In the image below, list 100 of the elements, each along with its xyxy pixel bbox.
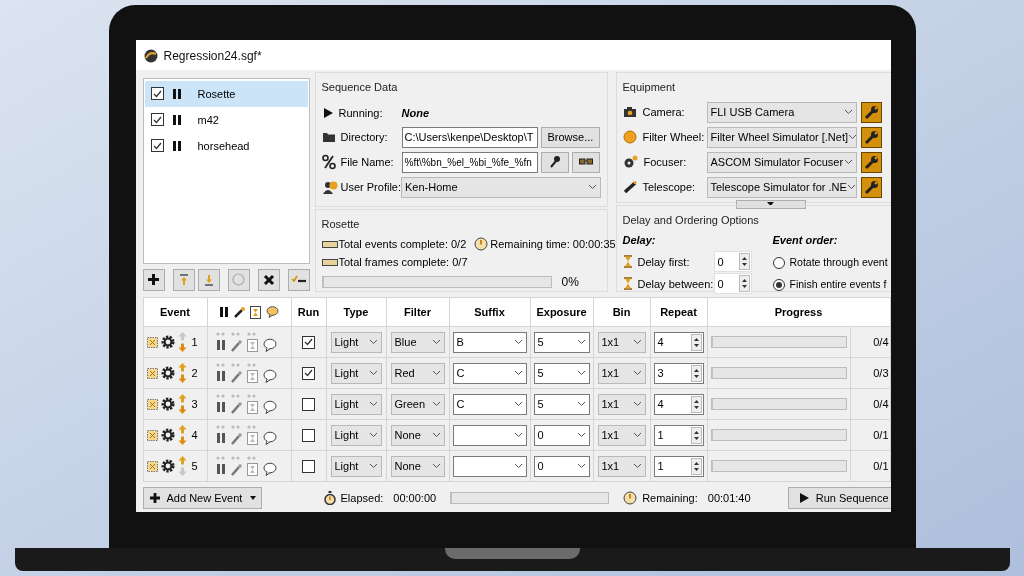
dropdown[interactable]: 1x1	[597, 455, 646, 477]
target-item[interactable]: horsehead	[144, 132, 308, 159]
checkbox[interactable]	[302, 459, 315, 473]
combo-box[interactable]: 5	[533, 393, 590, 415]
column-header: Event	[142, 298, 208, 328]
checkbox[interactable]	[150, 87, 164, 101]
wrench-icon	[863, 154, 879, 170]
number-spinner[interactable]: 0	[713, 251, 752, 273]
plus-icon	[148, 492, 161, 505]
combo-box[interactable]	[452, 424, 527, 446]
run-sequence-button[interactable]: Run Sequence	[787, 487, 891, 510]
combo-box[interactable]: 5	[533, 331, 590, 353]
dropdown[interactable]: Telescope Simulator for .NE	[706, 176, 857, 198]
spin-arrows-icon	[690, 364, 702, 382]
wrench-button[interactable]	[860, 176, 882, 198]
gear-icon	[160, 428, 175, 443]
dotted-x-box-icon	[146, 460, 158, 472]
chevron-down-icon	[576, 401, 586, 408]
combo-box[interactable]: B	[452, 331, 527, 353]
dropdown[interactable]: Filter Wheel Simulator [.Net]	[706, 126, 857, 148]
move-top-button[interactable]	[172, 268, 195, 291]
radio-button[interactable]	[772, 256, 785, 269]
dropdown[interactable]: 1x1	[597, 393, 646, 415]
input-field[interactable]: %ft\%bn_%el_%bi_%fe_%fn	[401, 151, 538, 173]
dropdown[interactable]: Ken-Home	[401, 176, 601, 198]
checkbox[interactable]	[302, 397, 315, 411]
event-number: 3	[191, 396, 198, 412]
number-spinner[interactable]: 4	[653, 393, 704, 415]
dropdown[interactable]: Red	[390, 362, 445, 384]
target-item[interactable]: m42	[144, 106, 308, 133]
dropdown[interactable]: 1x1	[597, 424, 646, 446]
combo-box[interactable]: C	[452, 362, 527, 384]
event-number: 5	[191, 458, 198, 474]
wrench-button[interactable]	[860, 101, 882, 123]
dropdown[interactable]: FLI USB Camera	[706, 101, 857, 123]
combo-box[interactable]: 0	[533, 424, 590, 446]
dotted-x-box-icon	[146, 367, 158, 379]
delete-button[interactable]	[257, 268, 280, 291]
speech-bubble-icon	[266, 306, 279, 319]
number-spinner[interactable]: 0	[713, 273, 752, 295]
chevron-down-icon	[513, 463, 523, 470]
gear-icon	[160, 366, 175, 381]
dropdown[interactable]: Blue	[390, 331, 445, 353]
radio-button[interactable]	[772, 278, 785, 291]
glasses-icon	[578, 158, 593, 167]
dropdown[interactable]: Light	[330, 362, 382, 384]
check-minus-icon	[290, 274, 307, 285]
input-field[interactable]: C:\Users\kenpe\Desktop\T	[401, 126, 538, 148]
number-spinner[interactable]: 1	[653, 455, 704, 477]
dropdown[interactable]: Light	[330, 424, 382, 446]
checkbox[interactable]	[150, 113, 164, 127]
dotted-x-box-icon	[146, 398, 158, 410]
expand-button[interactable]	[735, 199, 806, 209]
hourglass-doc-icon	[246, 456, 258, 477]
number-spinner[interactable]: 1	[653, 424, 704, 446]
dropdown[interactable]: 1x1	[597, 331, 646, 353]
checkbox[interactable]	[150, 139, 164, 153]
footer-time: 00:00:00	[393, 490, 437, 506]
chevron-down-icon	[576, 339, 586, 346]
chevron-down-icon	[368, 339, 378, 346]
dropdown[interactable]: Light	[330, 331, 382, 353]
glasses-button[interactable]	[571, 151, 600, 173]
key-button[interactable]	[540, 151, 569, 173]
dropdown[interactable]: Light	[330, 455, 382, 477]
number-spinner[interactable]: 4	[653, 331, 704, 353]
wand-icon	[230, 363, 242, 384]
radio-option[interactable]: Rotate through event	[772, 252, 888, 274]
checkbox[interactable]	[302, 428, 315, 442]
checkbox[interactable]	[302, 335, 315, 349]
radio-option[interactable]: Finish entire events f	[772, 274, 888, 296]
field-label: User Profile:	[340, 180, 402, 196]
number-spinner[interactable]: 3	[653, 362, 704, 384]
dropdown[interactable]: ASCOM Simulator Focuser	[706, 151, 857, 173]
chevron-down-icon	[431, 339, 441, 346]
progress-count: 0/1	[873, 427, 889, 443]
field-label: Running:	[338, 105, 383, 121]
dropdown[interactable]: Green	[390, 393, 445, 415]
spin-arrows-icon	[690, 457, 702, 475]
arrow-to-bottom-icon	[203, 273, 214, 286]
combo-box[interactable]: 5	[533, 362, 590, 384]
checkbox[interactable]	[302, 366, 315, 380]
move-bottom-button[interactable]	[197, 268, 220, 291]
add-event-button[interactable]: Add New Event	[142, 487, 262, 510]
chevron-down-icon	[513, 339, 523, 346]
dropdown[interactable]: None	[390, 455, 445, 477]
browse-button[interactable]: Browse...	[540, 126, 601, 148]
dropdown[interactable]: Light	[330, 393, 382, 415]
wrench-button[interactable]	[860, 151, 882, 173]
combo-box[interactable]	[452, 455, 527, 477]
target-item[interactable]: Rosette	[144, 80, 308, 107]
dropdown[interactable]: 1x1	[597, 362, 646, 384]
add-button[interactable]	[142, 268, 165, 291]
dropdown[interactable]: None	[390, 424, 445, 446]
chevron-down-icon	[431, 432, 441, 439]
check-minus-button[interactable]	[287, 268, 310, 291]
combo-box[interactable]: C	[452, 393, 527, 415]
combo-box[interactable]: 0	[533, 455, 590, 477]
dotted-x-box-icon	[146, 336, 158, 348]
wrench-button[interactable]	[860, 126, 882, 148]
speech-bubble-icon	[262, 400, 277, 415]
